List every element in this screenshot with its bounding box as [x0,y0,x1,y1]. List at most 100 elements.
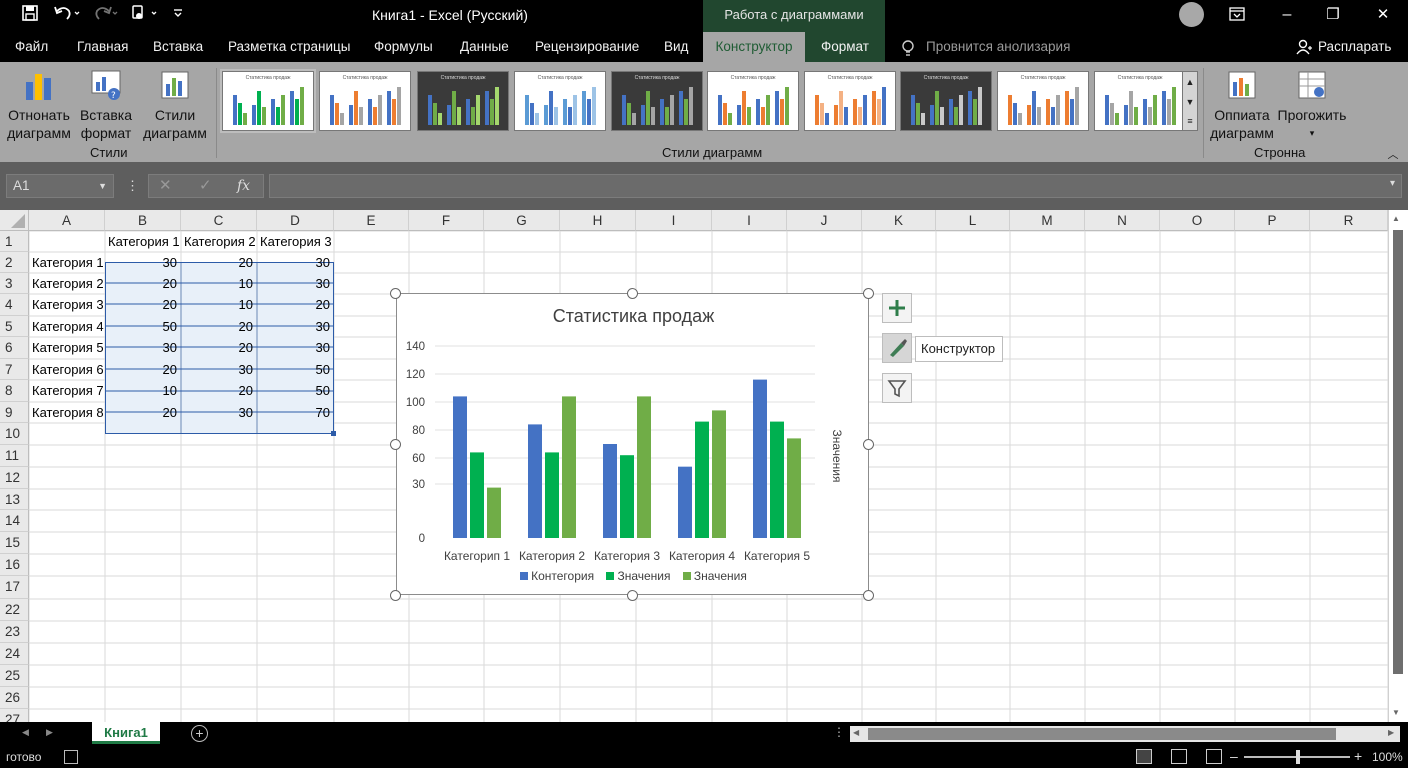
tab-format[interactable]: Формат [821,32,869,62]
resize-handle-w[interactable] [390,439,401,450]
value-cell[interactable]: 10 [184,273,257,294]
value-cell[interactable]: 30 [260,252,334,273]
value-cell[interactable]: 20 [108,359,181,380]
minimize-button[interactable]: – [1272,0,1302,30]
chart-style-6[interactable]: Статистика продаж [707,71,799,131]
tab-home[interactable]: Главная [77,32,128,62]
normal-view-icon[interactable] [1136,749,1152,764]
resize-handle-e[interactable] [863,439,874,450]
add-sheet-icon[interactable]: + [191,725,208,742]
chart-style-2[interactable]: Статистика продаж [319,71,411,131]
prev-sheet-icon[interactable]: ◀ [22,727,29,738]
value-cell[interactable]: 30 [108,337,181,358]
value-cell[interactable]: 50 [108,316,181,337]
scroll-left-icon[interactable]: ◀ [853,728,859,737]
tell-me-search[interactable]: Провнится анолизария [926,32,1070,62]
ribbon-display-options-icon[interactable] [1228,6,1248,24]
scroll-right-icon[interactable]: ▶ [1388,728,1394,737]
account-avatar[interactable] [1179,2,1204,27]
collapse-ribbon-icon[interactable]: ︿ [1386,146,1400,161]
bar-1-4[interactable] [678,466,692,538]
tab-data[interactable]: Данные [460,32,509,62]
gallery-up-icon[interactable]: ▲ [1183,72,1197,92]
chart-styles-button[interactable]: Стили диаграмм [138,68,212,142]
bar-3-4[interactable] [712,410,726,538]
restore-button[interactable]: ❐ [1318,0,1348,30]
value-cell[interactable]: 30 [184,402,257,423]
resize-handle-s[interactable] [627,590,638,601]
page-break-view-icon[interactable] [1206,749,1222,764]
chart-style-4[interactable]: Статистика продаж [514,71,606,131]
next-sheet-icon[interactable]: ▶ [46,727,53,738]
vertical-scrollbar[interactable]: ▲ ▼ [1388,210,1408,722]
change-layout-button[interactable]: Отнонать диаграмм [4,68,74,142]
tab-design[interactable]: Конструктор [703,32,805,62]
bar-2-3[interactable] [620,455,634,538]
resize-handle-ne[interactable] [863,288,874,299]
row-label-cell[interactable]: Категория 5 [32,337,107,358]
name-box[interactable]: A1 ▼ [6,174,114,198]
row-label-cell[interactable]: Категория 6 [32,359,107,380]
page-layout-view-icon[interactable] [1171,749,1187,764]
value-cell[interactable]: 20 [184,316,257,337]
zoom-in-button[interactable]: + [1354,748,1362,764]
zoom-level[interactable]: 100% [1372,750,1403,764]
row-label-cell[interactable]: Категория 7 [32,380,107,401]
hscroll-thumb[interactable] [868,728,1336,740]
bar-3-1[interactable] [487,487,501,538]
bar-1-1[interactable] [453,396,467,538]
bar-1-2[interactable] [528,424,542,538]
resize-handle-n[interactable] [627,288,638,299]
header-cell[interactable]: Категория 2 [184,231,257,252]
close-button[interactable]: ✕ [1368,0,1398,30]
formula-input[interactable]: ▾ [269,174,1402,198]
row-label-cell[interactable]: Категория 2 [32,273,107,294]
row-label-cell[interactable]: Категория 8 [32,402,107,423]
value-cell[interactable]: 30 [184,359,257,380]
chart-style-1[interactable]: Статистика продаж [220,69,316,133]
expand-formula-icon[interactable]: ▾ [1390,178,1395,189]
bar-2-2[interactable] [545,452,559,538]
value-cell[interactable]: 20 [260,294,334,315]
quick-format-button[interactable]: ? Вставка формат [74,68,138,142]
value-cell[interactable]: 20 [184,337,257,358]
value-cell[interactable]: 30 [108,252,181,273]
bar-3-3[interactable] [637,396,651,538]
chart-style-7[interactable]: Статистика продаж [804,71,896,131]
gallery-scroll[interactable]: ▲ ▼ ≡ [1182,71,1198,131]
value-cell[interactable]: 10 [184,294,257,315]
value-cell[interactable]: 20 [184,380,257,401]
value-cell[interactable]: 70 [260,402,334,423]
bar-2-1[interactable] [470,452,484,538]
zoom-slider[interactable] [1244,750,1350,764]
save-icon[interactable] [18,4,42,28]
sheet-tab-kniga1[interactable]: Книга1 [92,722,160,744]
value-cell[interactable]: 30 [260,273,334,294]
chart-style-9[interactable]: Статистика продаж [997,71,1089,131]
customize-qat-icon[interactable] [166,4,190,28]
value-cell[interactable]: 20 [184,252,257,273]
zoom-slider-thumb[interactable] [1296,750,1300,764]
scroll-up-icon[interactable]: ▲ [1392,214,1400,223]
horizontal-scrollbar[interactable]: ◀ ▶ [850,726,1400,742]
scroll-thumb[interactable] [1393,230,1403,674]
tab-view[interactable]: Вид [664,32,688,62]
tab-file[interactable]: Файл [15,32,48,62]
chart-plot-area[interactable]: 140 120 100 80 60 30 0 Категорип 1 Категория 2 Ка… [397,294,870,596]
value-cell[interactable]: 30 [260,316,334,337]
bar-1-5[interactable] [753,379,767,538]
insert-function-icon[interactable]: fx [237,175,250,197]
change-colors-button[interactable]: Оппиата диаграмм [1208,68,1276,142]
scroll-down-icon[interactable]: ▼ [1392,708,1400,717]
cancel-icon[interactable]: ✕ [159,175,172,197]
value-cell[interactable]: 20 [108,402,181,423]
tab-insert[interactable]: Вставка [153,32,203,62]
bar-1-3[interactable] [603,444,617,538]
bar-3-5[interactable] [787,438,801,538]
macro-record-icon[interactable] [64,750,78,764]
value-cell[interactable]: 10 [108,380,181,401]
resize-handle-nw[interactable] [390,288,401,299]
gallery-more-icon[interactable]: ≡ [1183,112,1197,130]
chart-style-8[interactable]: Статистика продаж [900,71,992,131]
bar-2-4[interactable] [695,421,709,538]
